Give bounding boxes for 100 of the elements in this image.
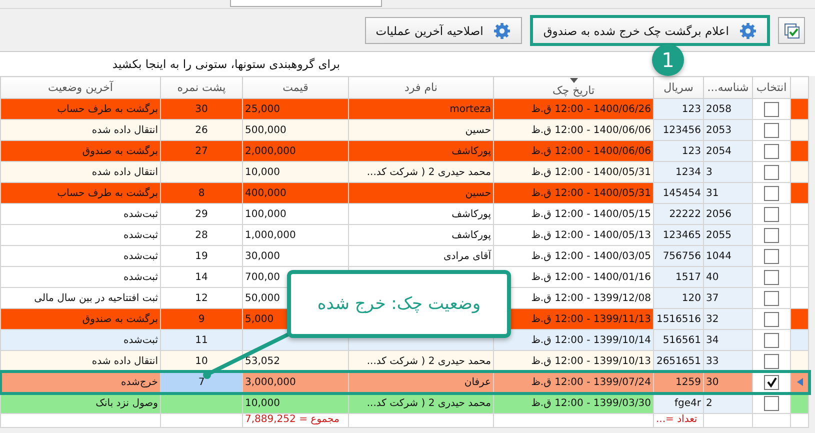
table-cell: 1234: [654, 162, 704, 182]
row-count: تعداد =...: [654, 414, 704, 428]
checkbox[interactable]: [764, 248, 779, 264]
table-cell: انتقال داده شده: [0, 350, 160, 372]
column-header[interactable]: نام فرد: [348, 76, 494, 98]
checkbox[interactable]: [764, 270, 779, 284]
table-cell: 1400/06/06 - 12:00 ق.ظ: [494, 140, 654, 162]
table-cell: آقای مرادی: [348, 246, 494, 266]
checkbox[interactable]: [764, 290, 779, 306]
table-cell: 123456: [654, 120, 704, 140]
column-header[interactable]: انتخاب: [752, 76, 790, 98]
table-cell: پورکاشف: [348, 204, 494, 224]
table-cell: 1400/03/05 - 12:00 ق.ظ: [494, 246, 654, 266]
column-header[interactable]: تاریخ چک: [494, 76, 654, 98]
table-cell: 34: [704, 330, 752, 350]
table-cell: 27: [160, 140, 242, 162]
table-cell: 8: [160, 182, 242, 204]
checkbox[interactable]: [764, 228, 779, 242]
table-cell: 2054: [704, 140, 752, 162]
table-cell: ثبت‌شده: [0, 266, 160, 288]
table-cell: 2053: [704, 120, 752, 140]
table-cell: انتقال داده شده: [0, 120, 160, 140]
gear-icon: [493, 22, 512, 40]
table-cell: 29: [160, 204, 242, 224]
table-cell: 1400/06/06 - 12:00 ق.ظ: [494, 120, 654, 140]
table-cell: پورکاشف: [348, 140, 494, 162]
table-cell: 30: [160, 98, 242, 120]
table-cell: ثبت‌شده: [0, 224, 160, 246]
table-cell: 400,000: [242, 182, 348, 204]
gear-icon: [739, 22, 757, 40]
table-cell: ثبت‌شده: [0, 204, 160, 224]
checkbox-icon: [784, 22, 800, 38]
column-header[interactable]: پشت نمره: [160, 76, 242, 98]
checkbox[interactable]: [764, 102, 779, 116]
column-header[interactable]: سریال: [654, 76, 704, 98]
select-all-button[interactable]: [778, 17, 805, 44]
table-cell: 33: [704, 350, 752, 372]
table-cell: 9: [160, 308, 242, 330]
input-field[interactable]: [230, 0, 382, 7]
checkbox[interactable]: [764, 206, 779, 222]
table-cell: 26: [160, 120, 242, 140]
table-cell: 123: [654, 140, 704, 162]
table-cell: morteza: [348, 98, 494, 120]
table-cell: 123465: [654, 224, 704, 246]
table-cell: 25,000: [242, 98, 348, 120]
table-cell: 30,000: [242, 246, 348, 266]
toolbar-button[interactable]: اعلام برگشت چک خرج شده به صندوق: [530, 15, 770, 46]
table-cell: 32: [704, 308, 752, 330]
table-cell: 28: [160, 224, 242, 246]
table-cell: برگشت به صندوق: [0, 308, 160, 330]
table-cell: 7: [160, 372, 242, 392]
table-cell: 1400/05/31 - 12:00 ق.ظ: [494, 162, 654, 182]
checkbox[interactable]: [764, 186, 779, 200]
row-pointer-icon: [796, 378, 802, 386]
table-cell: 10,000: [242, 162, 348, 182]
table-cell: انتقال داده شده: [0, 162, 160, 182]
table-cell: 2055: [704, 224, 752, 246]
table-cell: 2058: [704, 98, 752, 120]
table-cell: 1516516: [654, 308, 704, 330]
table-cell: 120: [654, 288, 704, 308]
table-cell: 1399/10/13 - 12:00 ق.ظ: [494, 350, 654, 372]
table-cell: 1044: [704, 246, 752, 266]
table-cell: خرج‌شده: [0, 372, 160, 392]
table-cell: 1400/05/13 - 12:00 ق.ظ: [494, 224, 654, 246]
checkbox[interactable]: [764, 164, 779, 180]
table-cell: 756756: [654, 246, 704, 266]
table-cell: 1400/05/15 - 12:00 ق.ظ: [494, 204, 654, 224]
table-cell: 100,000: [242, 204, 348, 224]
table-cell: 2056: [704, 204, 752, 224]
table-cell: 12: [160, 288, 242, 308]
checkbox[interactable]: [764, 374, 779, 390]
table-cell: 123: [654, 98, 704, 120]
column-header[interactable]: قیمت: [242, 76, 348, 98]
table-cell: 145454: [654, 182, 704, 204]
table-cell: 1517: [654, 266, 704, 288]
table-cell: 3,000,000: [242, 372, 348, 392]
checkbox[interactable]: [764, 122, 779, 138]
table-cell: برگشت به طرف حساب: [0, 98, 160, 120]
table-cell: 40: [704, 266, 752, 288]
table-cell: 11: [160, 330, 242, 350]
table-cell: 14: [160, 266, 242, 288]
table-cell: 2,000,000: [242, 140, 348, 162]
column-header[interactable]: شناسه...: [704, 76, 752, 98]
checkmark-icon: [766, 376, 778, 388]
toolbar-button[interactable]: اصلاحیه آخرین عملیات: [364, 17, 522, 44]
table-cell: ثبت افتتاحیه در بین سال مالی: [0, 288, 160, 308]
column-header[interactable]: آخرین وضعیت: [0, 76, 160, 98]
checkbox[interactable]: [764, 332, 779, 348]
table-cell: 3: [704, 162, 752, 182]
table-cell: پورکاشف: [348, 224, 494, 246]
checkbox[interactable]: [764, 144, 779, 158]
checkbox[interactable]: [764, 312, 779, 326]
checkbox[interactable]: [764, 396, 779, 410]
table-cell: ثبت‌شده: [0, 330, 160, 350]
table-cell: 500,000: [242, 120, 348, 140]
table-cell: 31: [704, 182, 752, 204]
callout-box: وضعیت چک: خرج شده: [287, 270, 511, 338]
table-cell: 1400/06/26 - 12:00 ق.ظ: [494, 98, 654, 120]
table-cell: 2651651: [654, 350, 704, 372]
checkbox[interactable]: [764, 354, 779, 368]
